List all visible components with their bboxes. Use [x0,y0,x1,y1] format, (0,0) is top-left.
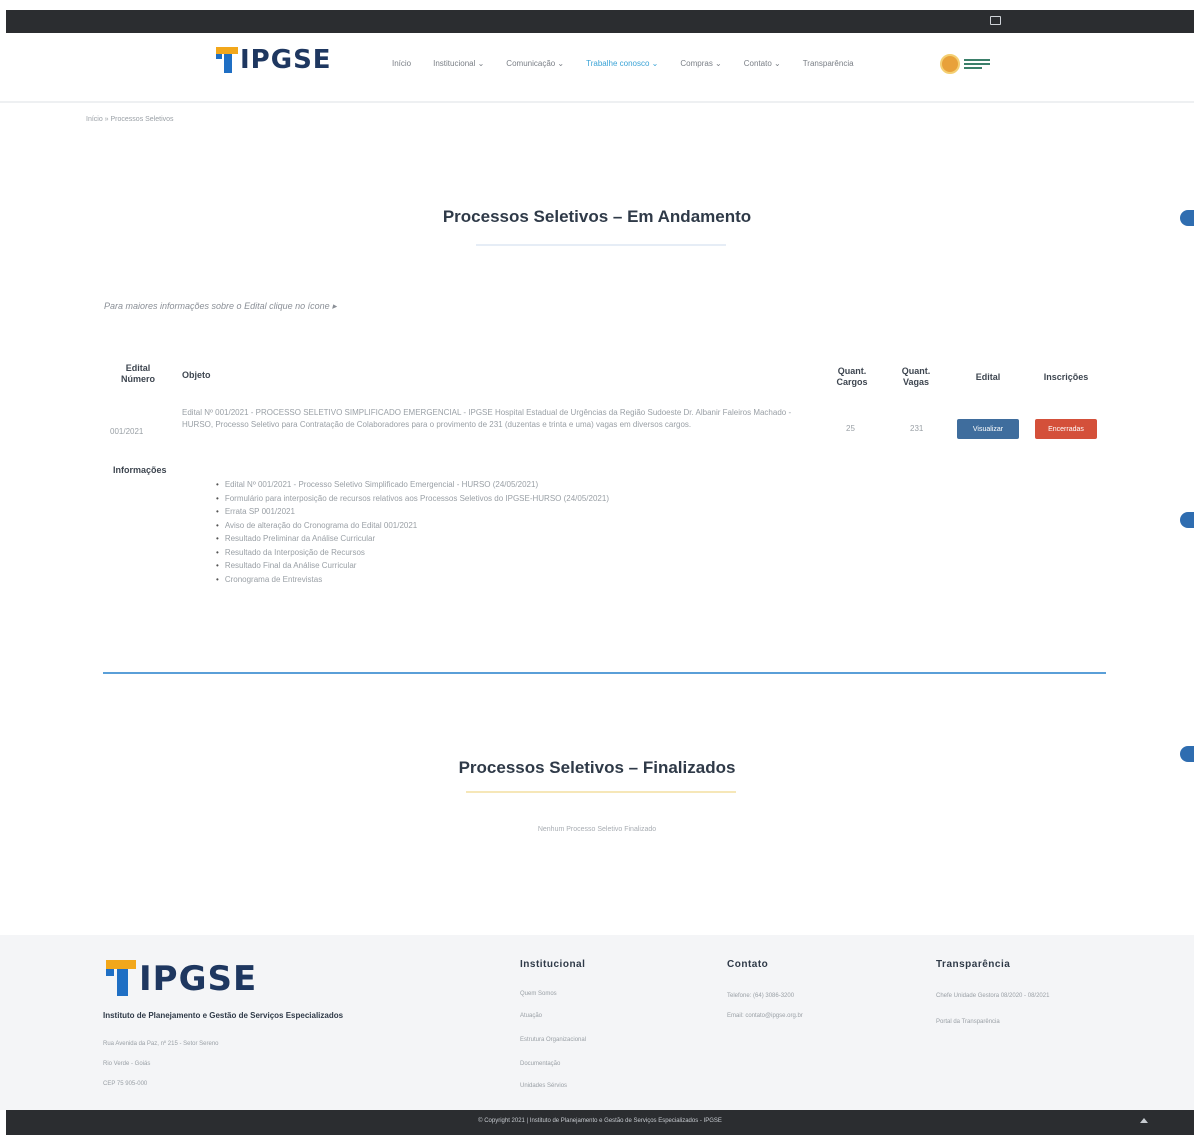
section-divider [103,672,1106,674]
logo-mark-icon [216,47,238,73]
badge-text-icon [964,57,990,71]
informacoes-label: Informações [113,465,167,475]
informacoes-list: Edital Nº 001/2021 - Processo Seletivo S… [216,478,609,586]
info-link-resultado-preliminar[interactable]: Resultado Preliminar da Análise Curricul… [216,532,609,546]
footer-heading-contato: Contato [727,959,769,970]
side-tab-icon[interactable] [1180,210,1194,226]
footer-link[interactable]: Quem Somos [520,991,557,997]
info-link-resultado-recursos[interactable]: Resultado da Interposição de Recursos [216,546,609,560]
main-nav: Início Institucional ⌄ Comunicação ⌄ Tra… [392,59,854,68]
footer-address-line: Rua Avenida da Paz, nº 215 - Setor Seren… [103,1041,219,1047]
footer-link[interactable]: Unidades Sérvios [520,1083,567,1089]
cell-objeto: Edital Nº 001/2021 - PROCESSO SELETIVO S… [182,408,792,429]
cell-quant-vagas: 231 [910,424,924,433]
nav-item-compras[interactable]: Compras ⌄ [680,59,721,68]
info-link-cronograma-entrevistas[interactable]: Cronograma de Entrevistas [216,573,609,587]
site-header: IPGSE Início Institucional ⌄ Comunicação… [0,33,1194,101]
nav-item-inicio[interactable]: Início [392,59,411,68]
info-link-resultado-final[interactable]: Resultado Final da Análise Curricular [216,559,609,573]
header-quant-cargos: Quant. Cargos [836,366,868,387]
encerradas-button[interactable]: Encerradas [1035,419,1097,439]
nav-item-comunicacao[interactable]: Comunicação ⌄ [506,59,564,68]
logo-text: IPGSE [240,45,332,75]
empty-state-text: Nenhum Processo Seletivo Finalizado [537,826,657,833]
header-inscricoes: Inscrições [1043,372,1089,382]
header-objeto: Objeto [182,370,211,380]
footer-phone: Telefone: (64) 3086-3200 [727,993,795,999]
info-link-errata[interactable]: Errata SP 001/2021 [216,505,609,519]
side-tab-icon[interactable] [1180,512,1194,528]
bottom-bar: © Copyright 2021 | Instituto de Planejam… [6,1110,1194,1135]
info-link-aviso-cronograma[interactable]: Aviso de alteração do Cronograma do Edit… [216,519,609,533]
logo-mark-icon [106,960,136,996]
header-quant-vagas: Quant. Vagas [901,366,931,387]
footer-logo[interactable]: IPGSE [106,960,257,996]
header-edital-numero: Edital Número [120,363,155,384]
title-underline [476,244,726,246]
visualizar-button[interactable]: Visualizar [957,419,1019,439]
footer-address-line: CEP 75 905-000 [103,1081,148,1087]
header-divider [0,101,1194,103]
info-link-edital[interactable]: Edital Nº 001/2021 - Processo Seletivo S… [216,478,609,492]
footer-address-line: Rio Verde - Goiás [103,1061,151,1067]
logo-text: IPGSE [139,959,258,999]
nav-item-institucional[interactable]: Institucional ⌄ [433,59,484,68]
footer-heading-transparencia: Transparência [936,959,1011,970]
site-footer: IPGSE Instituto de Planejamento e Gestão… [0,935,1194,1110]
footer-link[interactable]: Documentação [520,1061,560,1067]
mail-icon[interactable] [990,16,1001,25]
footer-email[interactable]: Email: contato@ipgse.org.br [727,1013,803,1019]
side-tab-icon[interactable] [1180,746,1194,762]
scroll-top-icon[interactable] [1140,1118,1148,1123]
info-link-formulario-recursos[interactable]: Formulário para interposição de recursos… [216,492,609,506]
header-edital: Edital [975,372,1001,382]
top-bar [6,10,1194,33]
site-logo[interactable]: IPGSE [216,47,332,73]
section-title-andamento: Processos Seletivos – Em Andamento [442,207,752,226]
title-underline [466,791,736,793]
badge-emblem-icon [940,54,960,74]
footer-link[interactable]: Chefe Unidade Gestora 08/2020 - 08/2021 [936,993,1049,999]
copyright-text: © Copyright 2021 | Instituto de Planejam… [478,1118,722,1124]
footer-link[interactable]: Atuação [520,1013,542,1019]
footer-heading-institucional: Institucional [520,959,586,970]
footer-link[interactable]: Portal da Transparência [936,1019,1000,1025]
nav-item-transparencia[interactable]: Transparência [803,59,854,68]
footer-link[interactable]: Estrutura Organizacional [520,1037,586,1043]
breadcrumb[interactable]: Início » Processos Seletivos [86,116,174,123]
page: IPGSE Início Institucional ⌄ Comunicação… [0,0,1194,1135]
cell-edital-numero: 001/2021 [110,427,144,436]
nav-item-contato[interactable]: Contato ⌄ [744,59,781,68]
section-title-finalizados: Processos Seletivos – Finalizados [458,758,736,777]
nav-item-trabalhe-conosco[interactable]: Trabalhe conosco ⌄ [586,59,658,68]
partner-badge[interactable] [940,54,990,74]
cell-quant-cargos: 25 [846,424,855,433]
edital-info-hint: Para maiores informações sobre o Edital … [104,301,337,311]
footer-tagline: Instituto de Planejamento e Gestão de Se… [103,1011,344,1020]
